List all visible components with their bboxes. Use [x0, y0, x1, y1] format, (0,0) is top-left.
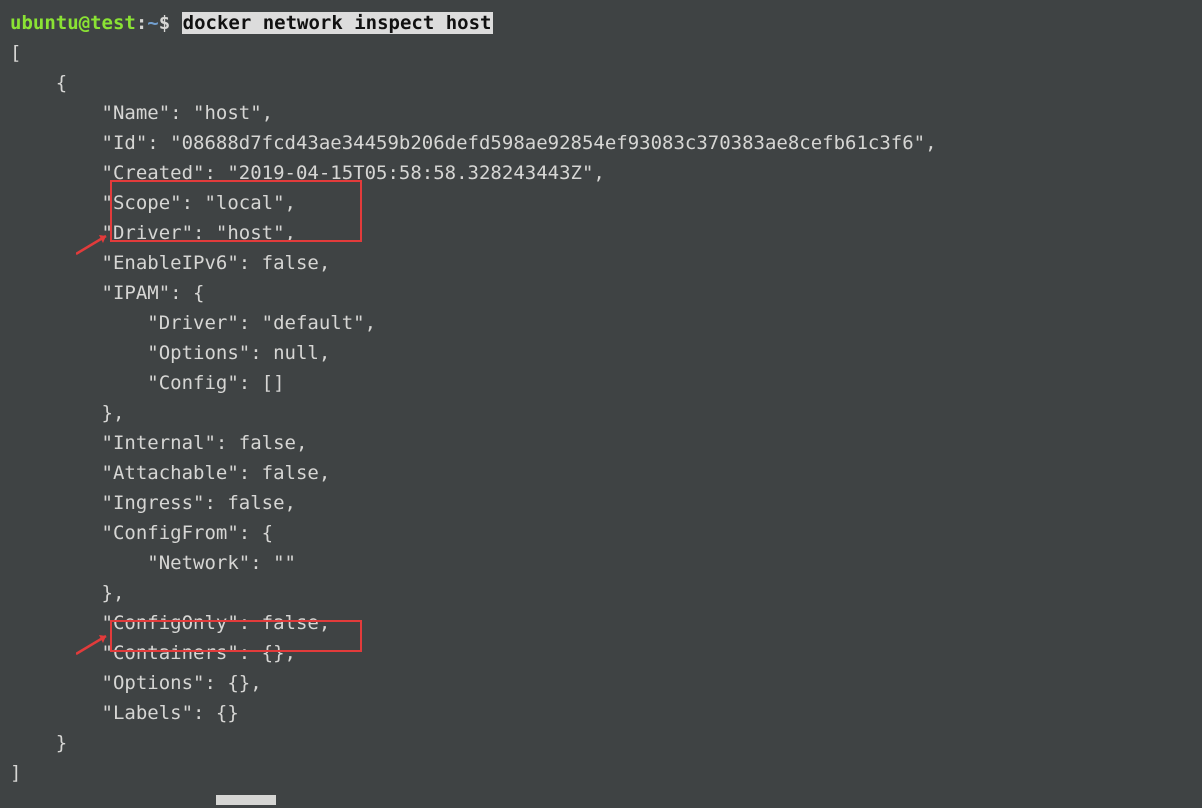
- output-line: "Internal": false,: [10, 428, 1192, 458]
- output-line: "Ingress": false,: [10, 488, 1192, 518]
- prompt-line: ubuntu@test:~$ docker network inspect ho…: [10, 8, 1192, 38]
- output-line: }: [10, 728, 1192, 758]
- output-line: "Id": "08688d7fcd43ae34459b206defd598ae9…: [10, 128, 1192, 158]
- output-line: "EnableIPv6": false,: [10, 248, 1192, 278]
- output-line: "Network": "": [10, 548, 1192, 578]
- output-line: "Scope": "local",: [10, 188, 1192, 218]
- output-line: "Labels": {}: [10, 698, 1192, 728]
- prompt-dollar: $: [159, 12, 182, 34]
- output-line: "Created": "2019-04-15T05:58:58.32824344…: [10, 158, 1192, 188]
- output-cursor-line: xxxxxxxxxxxxxxxxxx: [10, 788, 1192, 807]
- output-line: "Options": null,: [10, 338, 1192, 368]
- terminal[interactable]: ubuntu@test:~$ docker network inspect ho…: [10, 8, 1192, 807]
- prompt-user-host: ubuntu@test: [10, 12, 136, 34]
- output-line: "Config": []: [10, 368, 1192, 398]
- cursor-block: [216, 795, 276, 805]
- output-line: ]: [10, 758, 1192, 788]
- output-line: },: [10, 398, 1192, 428]
- prompt-colon: :: [136, 12, 147, 34]
- output-line: "Containers": {},: [10, 638, 1192, 668]
- output-line: "Driver": "default",: [10, 308, 1192, 338]
- output-line: "Driver": "host",: [10, 218, 1192, 248]
- output-line: "Name": "host",: [10, 98, 1192, 128]
- output-line: "ConfigOnly": false,: [10, 608, 1192, 638]
- command-text: docker network inspect host: [182, 12, 493, 34]
- output-line: [: [10, 38, 1192, 68]
- prompt-path: ~: [147, 12, 158, 34]
- output-line: "ConfigFrom": {: [10, 518, 1192, 548]
- output-line: {: [10, 68, 1192, 98]
- output-line: },: [10, 578, 1192, 608]
- output-line: "IPAM": {: [10, 278, 1192, 308]
- output-line: "Options": {},: [10, 668, 1192, 698]
- output-line: "Attachable": false,: [10, 458, 1192, 488]
